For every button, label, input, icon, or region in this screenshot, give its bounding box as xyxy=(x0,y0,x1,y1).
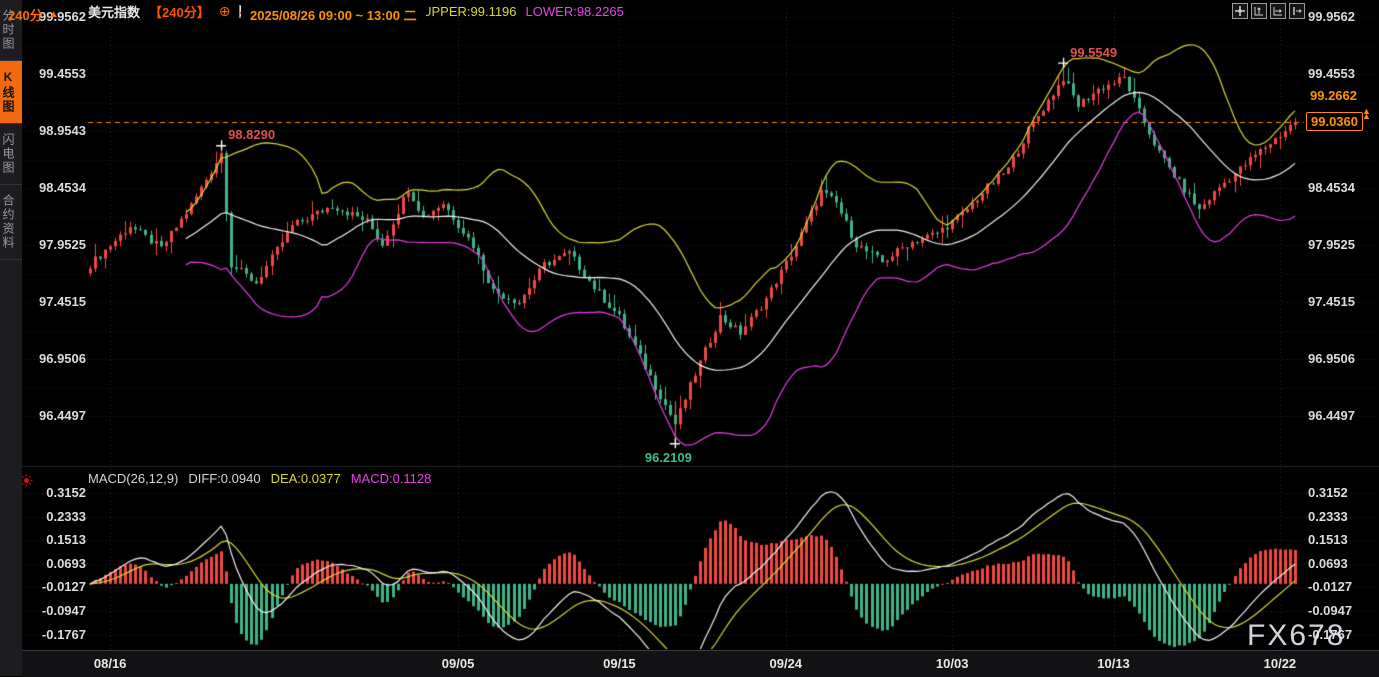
axis-tick-label: 98.4534 xyxy=(1308,180,1364,196)
extreme-price-label: 99.5549 xyxy=(1070,45,1117,60)
interval-dropdown-icon: ▲ xyxy=(49,9,59,20)
macd-params-label: MACD(26,12,9) xyxy=(88,471,178,486)
watermark: FX678 xyxy=(1247,619,1345,653)
macd-bar-value: MACD:0.1128 xyxy=(351,471,432,486)
date-tick-label: 09/15 xyxy=(603,656,636,671)
axis-tick-label: 96.9506 xyxy=(30,351,86,367)
date-tick-label: 08/16 xyxy=(94,656,127,671)
chart-canvas[interactable] xyxy=(0,0,1379,676)
axis-tick-label: 96.4497 xyxy=(30,408,86,424)
fit-vertical-button[interactable] xyxy=(1251,3,1267,19)
price-marker-current: 99.0360 xyxy=(1306,112,1363,131)
axis-tick-label: -0.1767 xyxy=(30,627,86,643)
instrument-name: 美元指数 xyxy=(88,2,140,21)
date-tick-label: 10/22 xyxy=(1264,656,1297,671)
macd-diff-value: DIFF:0.0940 xyxy=(188,471,260,486)
axis-tick-label: -0.0127 xyxy=(1308,579,1364,595)
axis-tick-label: 98.9543 xyxy=(30,123,86,139)
axis-tick-label: 96.4497 xyxy=(1308,408,1364,424)
price-marker-upper: 99.2662 xyxy=(1306,87,1361,104)
add-indicator-icon[interactable]: ⊕ xyxy=(219,4,231,18)
axis-tick-label: 97.4515 xyxy=(30,294,86,310)
bottom-bar xyxy=(22,650,1379,677)
sidebar-tab-kline-chart[interactable]: K线图 xyxy=(0,61,22,124)
interval-tag[interactable]: 【240分】 xyxy=(149,2,210,21)
price-up-arrow-icon: ▲▲ xyxy=(1362,109,1371,119)
axis-tick-label: 96.9506 xyxy=(1308,351,1364,367)
axis-tick-label: 97.9525 xyxy=(30,237,86,253)
axis-tick-label: -0.0947 xyxy=(30,603,86,619)
axis-tick-label: 0.1513 xyxy=(30,532,86,548)
date-tick-label: 10/03 xyxy=(936,656,969,671)
axis-tick-label: 0.3152 xyxy=(1308,485,1364,501)
axis-tick-label: -0.0947 xyxy=(1308,603,1364,619)
boll-upper-value: UPPER:99.1196 xyxy=(422,4,516,19)
interval-selector[interactable]: 240分 ▲ xyxy=(8,5,59,24)
step-forward-button[interactable] xyxy=(1289,3,1305,19)
pan-crosshair-button[interactable] xyxy=(1232,3,1248,19)
axis-tick-label: 0.1513 xyxy=(1308,532,1364,548)
boll-lower-value: LOWER:98.2265 xyxy=(526,4,624,19)
sidebar-tab-contract-info[interactable]: 合约资料 xyxy=(0,185,22,260)
axis-tick-label: 99.4553 xyxy=(1308,66,1364,82)
selected-bar-range: 2025/08/26 09:00 ~ 13:00 二 xyxy=(241,2,426,27)
axis-tick-label: 98.4534 xyxy=(30,180,86,196)
date-tick-label: 10/13 xyxy=(1097,656,1130,671)
axis-tick-label: 0.0693 xyxy=(30,556,86,572)
view-toolbar xyxy=(1232,3,1305,19)
axis-tick-label: 0.0693 xyxy=(1308,556,1364,572)
app-root: 分时图K线图闪电图合约资料 美元指数 【240分】 ⊕ BOLL(20,2) M… xyxy=(0,0,1379,676)
axis-tick-label: 99.9562 xyxy=(1308,9,1364,25)
extreme-price-label: 96.2109 xyxy=(645,450,692,465)
axis-tick-label: 0.3152 xyxy=(30,485,86,501)
date-tick-label: 09/24 xyxy=(770,656,803,671)
date-tick-label: 09/05 xyxy=(442,656,475,671)
fit-horizontal-button[interactable] xyxy=(1270,3,1286,19)
sidebar-tab-lightning-chart[interactable]: 闪电图 xyxy=(0,124,22,185)
axis-tick-label: 99.4553 xyxy=(30,66,86,82)
axis-tick-label: 0.2333 xyxy=(30,509,86,525)
axis-tick-label: -0.0127 xyxy=(30,579,86,595)
macd-dea-value: DEA:0.0377 xyxy=(271,471,341,486)
axis-tick-label: 97.9525 xyxy=(1308,237,1364,253)
axis-tick-label: 97.4515 xyxy=(1308,294,1364,310)
sidebar: 分时图K线图闪电图合约资料 xyxy=(0,0,22,676)
axis-tick-label: 0.2333 xyxy=(1308,509,1364,525)
macd-header: MACD(26,12,9) DIFF:0.0940 DEA:0.0377 MAC… xyxy=(88,471,431,486)
extreme-price-label: 98.8290 xyxy=(228,127,275,142)
